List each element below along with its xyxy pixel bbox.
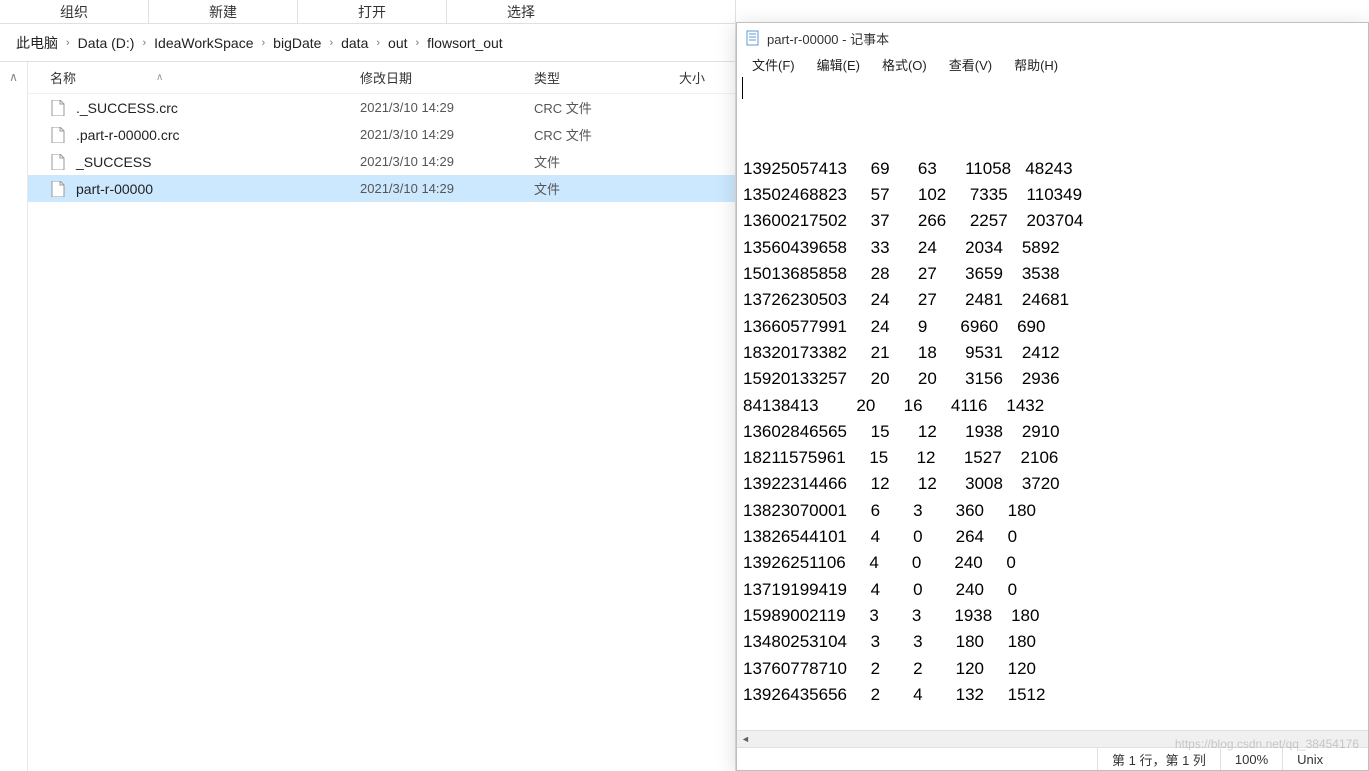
scroll-left-icon[interactable]: ◄ [737,731,754,748]
statusbar: 第 1 行，第 1 列 100% Unix [737,747,1368,770]
menu-item[interactable]: 编辑(E) [808,55,869,74]
file-row[interactable]: ._SUCCESS.crc 2021/3/10 14:29CRC 文件 [28,94,735,121]
breadcrumb-item[interactable]: data [341,35,368,51]
file-date: 2021/3/10 14:29 [360,154,534,169]
chevron-right-icon: › [262,37,266,49]
file-date: 2021/3/10 14:29 [360,127,534,142]
ribbon-tab[interactable]: 新建 [149,0,297,23]
breadcrumb-item[interactable]: IdeaWorkSpace [154,35,253,51]
file-explorer: 组织新建打开选择 此电脑 › Data (D:) › IdeaWorkSpace › big… [0,0,736,771]
sort-indicator-icon: ∧ [156,72,163,83]
file-name: .part-r-00000.crc [76,127,179,143]
file-icon [50,181,66,197]
file-date: 2021/3/10 14:29 [360,100,534,115]
window-title: part-r-00000 - 记事本 [767,29,889,48]
file-date: 2021/3/10 14:29 [360,181,534,196]
file-type: 文件 [534,179,679,198]
file-name: _SUCCESS [76,154,151,170]
breadcrumb-item[interactable]: out [388,35,407,51]
file-list: 名称∧ 修改日期 类型 大小 ._SUCCESS.crc 2021/3/10 14… [28,62,735,771]
breadcrumb: 此电脑 › Data (D:) › IdeaWorkSpace › bigDate › data… [0,24,735,62]
ribbon-tab[interactable]: 选择 [447,0,595,23]
text-content[interactable]: 13925057413 69 63 11058 48243 1350246882… [737,75,1368,730]
nav-strip: ∧ [0,62,28,771]
column-headers: 名称∧ 修改日期 类型 大小 [28,62,735,94]
chevron-right-icon: › [376,37,380,49]
chevron-right-icon: › [66,37,70,49]
file-row[interactable]: .part-r-00000.crc 2021/3/10 14:29CRC 文件 [28,121,735,148]
ribbon: 组织新建打开选择 [0,0,735,24]
file-icon [50,154,66,170]
file-row[interactable]: part-r-00000 2021/3/10 14:29文件 [28,175,735,202]
breadcrumb-item[interactable]: bigDate [273,35,321,51]
file-name: ._SUCCESS.crc [76,100,178,116]
notepad-window: part-r-00000 - 记事本 文件(F)编辑(E)格式(O)查看(V)帮… [736,22,1369,771]
chevron-right-icon: › [329,37,333,49]
menu-item[interactable]: 查看(V) [940,55,1001,74]
chevron-right-icon: › [416,37,420,49]
status-encoding: Unix [1282,748,1337,770]
ribbon-tab[interactable]: 打开 [298,0,446,23]
file-type: CRC 文件 [534,98,679,117]
text-cursor [742,77,743,99]
menu-item[interactable]: 文件(F) [743,55,804,74]
breadcrumb-item[interactable]: flowsort_out [427,35,502,51]
menu-item[interactable]: 帮助(H) [1005,55,1067,74]
file-row[interactable]: _SUCCESS 2021/3/10 14:29文件 [28,148,735,175]
horizontal-scrollbar[interactable]: ◄ [737,730,1368,747]
titlebar[interactable]: part-r-00000 - 记事本 [737,23,1368,53]
column-name[interactable]: 名称∧ [28,68,360,87]
file-type: 文件 [534,152,679,171]
status-zoom: 100% [1220,748,1282,770]
menubar: 文件(F)编辑(E)格式(O)查看(V)帮助(H) [737,53,1368,75]
notepad-icon [745,30,761,46]
column-date[interactable]: 修改日期 [360,68,534,87]
file-name: part-r-00000 [76,181,153,197]
ribbon-tab[interactable]: 组织 [0,0,148,23]
status-position: 第 1 行，第 1 列 [1097,748,1220,770]
file-icon [50,127,66,143]
column-size[interactable]: 大小 [679,68,735,87]
column-type[interactable]: 类型 [534,68,679,87]
breadcrumb-item[interactable]: Data (D:) [78,35,135,51]
file-icon [50,100,66,116]
menu-item[interactable]: 格式(O) [873,55,936,74]
chevron-up-icon[interactable]: ∧ [9,70,18,84]
breadcrumb-item[interactable]: 此电脑 [16,33,58,53]
chevron-right-icon: › [142,37,146,49]
file-type: CRC 文件 [534,125,679,144]
